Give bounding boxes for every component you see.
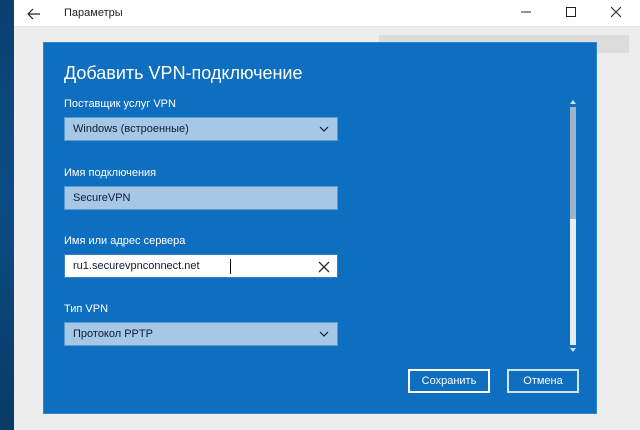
dialog-title: Добавить VPN-подключение [64, 63, 303, 83]
dialog-scrollbar[interactable] [569, 98, 577, 354]
save-button[interactable]: Сохранить [408, 369, 490, 393]
vpn-type-select-value: Протокол PPTP [73, 328, 153, 340]
scroll-track[interactable] [570, 107, 576, 345]
clear-x-icon [318, 261, 330, 273]
clear-input-button[interactable] [315, 258, 333, 276]
close-icon [610, 6, 622, 18]
maximize-button[interactable] [554, 0, 588, 27]
add-vpn-dialog: Добавить VPN-подключение Поставщик услуг… [43, 42, 597, 414]
connection-name-input[interactable]: SecureVPN [64, 186, 338, 210]
minimize-button[interactable] [509, 0, 543, 27]
server-label: Имя или адрес сервера [64, 235, 186, 247]
vpn-type-label: Тип VPN [64, 303, 109, 315]
provider-label: Поставщик услуг VPN [64, 98, 176, 110]
back-button[interactable] [22, 4, 46, 23]
maximize-icon [566, 7, 576, 17]
server-address-input[interactable]: ru1.securevpnconnect.net [64, 254, 338, 278]
scroll-down-arrow-icon[interactable] [569, 346, 577, 354]
close-window-button[interactable] [599, 0, 633, 27]
minimize-icon [521, 11, 531, 13]
vpn-type-select[interactable]: Протокол PPTP [64, 322, 338, 346]
window-titlebar: Параметры [14, 0, 640, 27]
provider-select-value: Windows (встроенные) [73, 123, 189, 135]
cancel-button[interactable]: Отмена [507, 369, 579, 393]
server-address-value: ru1.securevpnconnect.net [73, 260, 200, 272]
scroll-up-arrow-icon[interactable] [569, 98, 577, 106]
connection-name-label: Имя подключения [64, 167, 157, 179]
provider-select[interactable]: Windows (встроенные) [64, 117, 338, 141]
chevron-down-icon [319, 331, 329, 337]
text-caret [230, 259, 231, 274]
scroll-thumb[interactable] [570, 107, 576, 219]
back-arrow-icon [27, 8, 40, 20]
window-title: Параметры [64, 7, 123, 19]
chevron-down-icon [319, 126, 329, 132]
connection-name-value: SecureVPN [73, 192, 131, 204]
